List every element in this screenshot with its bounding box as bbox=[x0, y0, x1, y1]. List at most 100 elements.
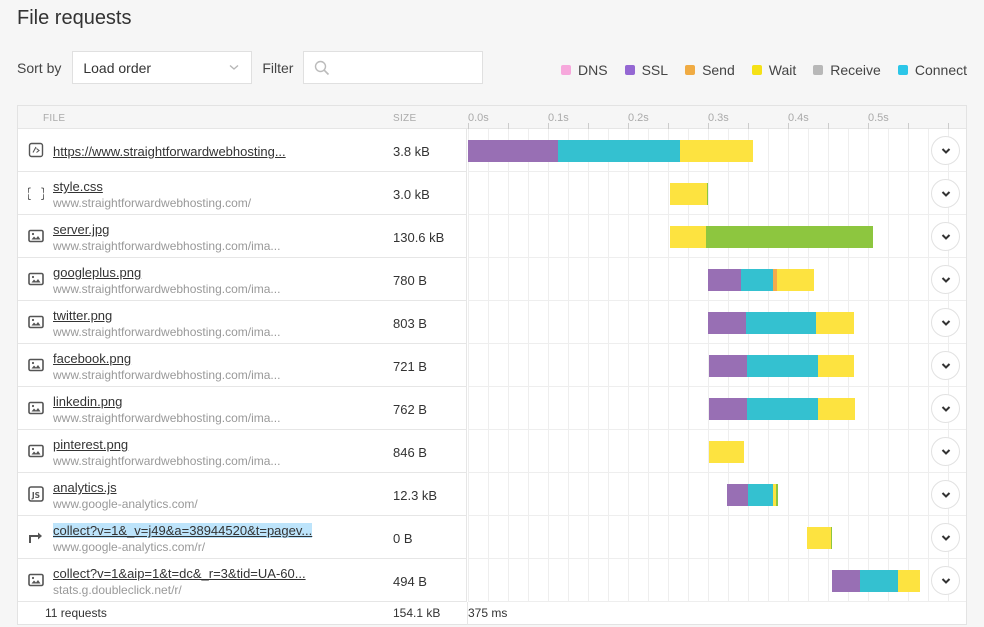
waterfall-track bbox=[468, 473, 966, 516]
expand-row-button[interactable] bbox=[931, 136, 960, 165]
svg-text:JS: JS bbox=[31, 491, 40, 500]
timing-bar-wait bbox=[680, 140, 753, 162]
image-file-icon bbox=[27, 572, 45, 588]
column-header-file: FILE bbox=[43, 113, 66, 124]
file-host: www.straightforwardwebhosting.com/ima... bbox=[53, 239, 281, 253]
file-host: www.straightforwardwebhosting.com/ima... bbox=[53, 368, 281, 382]
toolbar: Sort by Load order Filter bbox=[17, 51, 484, 84]
filter-field[interactable] bbox=[303, 51, 484, 84]
table-row[interactable]: linkedin.png www.straightforwardwebhostin… bbox=[18, 387, 966, 430]
css-file-icon: { } bbox=[27, 185, 45, 202]
image-file-icon bbox=[27, 314, 45, 330]
legend-swatch-connect bbox=[897, 65, 908, 75]
table-row[interactable]: twitter.png www.straightforwardwebhosting… bbox=[18, 301, 966, 344]
file-name-link[interactable]: googleplus.png bbox=[53, 265, 141, 280]
table-row[interactable]: server.jpg www.straightforwardwebhosting.… bbox=[18, 215, 966, 258]
file-name-link[interactable]: collect?v=1&_v=j49&a=38944520&t=pagev... bbox=[53, 523, 313, 538]
file-size: 721 B bbox=[393, 359, 427, 374]
expand-row-button[interactable] bbox=[931, 179, 960, 208]
timing-bar-wait bbox=[670, 183, 707, 205]
file-cell: JS analytics.js www.google-analytics.com/1… bbox=[18, 473, 467, 516]
axis-tick-label: 0.5s bbox=[868, 112, 889, 124]
timing-bar-connect bbox=[558, 140, 680, 162]
file-name-link[interactable]: twitter.png bbox=[53, 308, 112, 323]
timing-bar-wait bbox=[817, 355, 854, 377]
file-size: 0 B bbox=[393, 531, 413, 546]
legend-label: DNS bbox=[578, 62, 608, 78]
file-name-link[interactable]: pinterest.png bbox=[53, 437, 128, 452]
axis-tick-label: 0.3s bbox=[708, 112, 729, 124]
legend-swatch-send bbox=[685, 65, 696, 75]
table-footer: 11 requests 154.1 kB 375 ms bbox=[18, 602, 966, 625]
timing-bar-ssl bbox=[708, 269, 741, 291]
legend-label: Connect bbox=[914, 62, 967, 78]
file-size: 12.3 kB bbox=[393, 488, 438, 503]
legend-swatch-receive bbox=[813, 65, 824, 75]
expand-row-button[interactable] bbox=[931, 222, 960, 251]
file-size: 780 B bbox=[393, 273, 427, 288]
file-cell: https://www.straightforwardwebhosting...… bbox=[18, 129, 467, 172]
file-cell: facebook.png www.straightforwardwebhostin… bbox=[18, 344, 467, 387]
file-name-link[interactable]: facebook.png bbox=[53, 351, 131, 366]
chevron-down-icon bbox=[941, 233, 950, 240]
file-name-link[interactable]: linkedin.png bbox=[53, 394, 122, 409]
timing-bar-connect bbox=[860, 570, 899, 592]
table-row[interactable]: pinterest.png www.straightforwardwebhosti… bbox=[18, 430, 966, 473]
timeline-axis: 0.0s 0.1s 0.2s 0.3s 0.4s 0.5s bbox=[468, 106, 966, 129]
chevron-down-icon bbox=[941, 448, 950, 455]
waterfall-track bbox=[468, 344, 966, 387]
waterfall-track bbox=[468, 559, 966, 602]
waterfall-track bbox=[468, 129, 966, 172]
timing-bar-ssl bbox=[726, 484, 749, 506]
legend-item-ssl: SSL bbox=[624, 62, 669, 78]
axis-tick-label: 0.0s bbox=[468, 112, 489, 124]
table-row[interactable]: { } style.css www.straightforwardwebhostin… bbox=[18, 172, 966, 215]
expand-row-button[interactable] bbox=[931, 394, 960, 423]
table-row[interactable]: collect?v=1&aip=1&t=dc&_r=3&tid=UA-60...… bbox=[18, 559, 966, 602]
timing-bar-connect bbox=[746, 312, 817, 334]
page-title: File requests bbox=[17, 7, 132, 29]
legend-label: Wait bbox=[768, 62, 797, 78]
file-name-link[interactable]: style.css bbox=[53, 179, 103, 194]
chevron-down-icon bbox=[941, 276, 950, 283]
file-size: 846 B bbox=[393, 445, 427, 460]
sort-select-value: Load order bbox=[83, 59, 152, 76]
timing-bar-ssl bbox=[708, 312, 746, 334]
expand-row-button[interactable] bbox=[931, 265, 960, 294]
chevron-down-icon bbox=[941, 319, 950, 326]
file-host: www.straightforwardwebhosting.com/ima... bbox=[53, 411, 281, 425]
expand-row-button[interactable] bbox=[931, 308, 960, 337]
legend-label: SSL bbox=[641, 62, 669, 78]
table-row[interactable]: https://www.straightforwardwebhosting...… bbox=[18, 129, 966, 172]
timing-bar-receive bbox=[776, 484, 778, 506]
chevron-down-icon bbox=[229, 65, 239, 70]
timing-bar-wait bbox=[776, 269, 814, 291]
expand-row-button[interactable] bbox=[931, 480, 960, 509]
table-row[interactable]: JS analytics.js www.google-analytics.com/1… bbox=[18, 473, 966, 516]
file-name-link[interactable]: https://www.straightforwardwebhosting... bbox=[53, 144, 286, 159]
expand-row-button[interactable] bbox=[931, 437, 960, 466]
expand-row-button[interactable] bbox=[931, 523, 960, 552]
table-row[interactable]: facebook.png www.straightforwardwebhostin… bbox=[18, 344, 966, 387]
file-cell: server.jpg www.straightforwardwebhosting.… bbox=[18, 215, 467, 258]
legend-item-connect: Connect bbox=[897, 62, 967, 78]
file-name-link[interactable]: analytics.js bbox=[53, 480, 117, 495]
request-rows: https://www.straightforwardwebhosting...… bbox=[18, 129, 966, 602]
table-row[interactable]: collect?v=1&_v=j49&a=38944520&t=pagev...… bbox=[18, 516, 966, 559]
sort-select[interactable]: Load order bbox=[72, 51, 253, 84]
waterfall-track bbox=[468, 301, 966, 344]
file-host: www.straightforwardwebhosting.com/ima... bbox=[53, 454, 281, 468]
legend-swatch-wait bbox=[751, 65, 762, 75]
chevron-down-icon bbox=[941, 405, 950, 412]
file-cell: collect?v=1&aip=1&t=dc&_r=3&tid=UA-60...… bbox=[18, 559, 467, 602]
expand-row-button[interactable] bbox=[931, 351, 960, 380]
filter-input[interactable] bbox=[304, 52, 483, 83]
waterfall-track bbox=[468, 258, 966, 301]
filter-label: Filter bbox=[262, 59, 294, 76]
file-size: 3.0 kB bbox=[393, 187, 430, 202]
table-row[interactable]: googleplus.png www.straightforwardwebhost… bbox=[18, 258, 966, 301]
timing-bar-ssl bbox=[708, 398, 747, 420]
expand-row-button[interactable] bbox=[931, 566, 960, 595]
file-name-link[interactable]: server.jpg bbox=[53, 222, 109, 237]
file-name-link[interactable]: collect?v=1&aip=1&t=dc&_r=3&tid=UA-60... bbox=[53, 566, 306, 581]
